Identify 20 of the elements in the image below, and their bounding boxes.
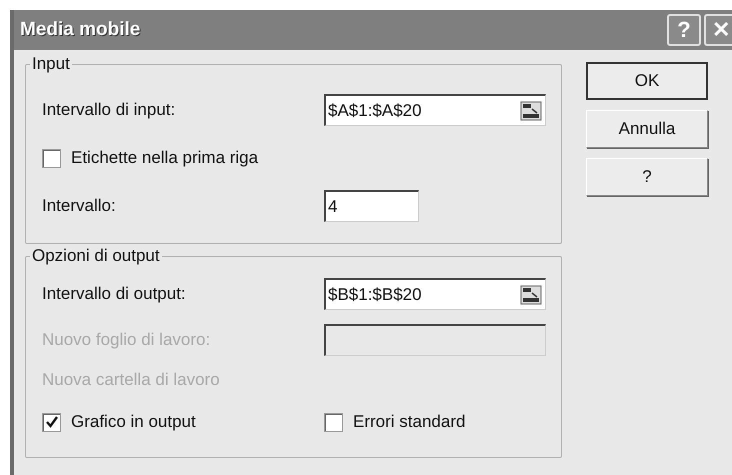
checkbox-label: Errori standard: [353, 411, 466, 434]
field-label: Intervallo:: [42, 195, 117, 218]
range-picker-icon[interactable]: [520, 284, 542, 304]
dialog-button[interactable]: Annulla: [586, 110, 708, 148]
field-label: Nuovo foglio di lavoro:: [42, 329, 212, 352]
number-field[interactable]: 4: [324, 190, 419, 222]
checkbox-label: Etichette nella prima riga: [71, 147, 258, 170]
window-title: Media mobile: [20, 18, 140, 42]
input-field[interactable]: $B$1:$B$20: [324, 278, 546, 310]
field-label: Intervallo di input:: [42, 99, 176, 122]
range-picker-icon[interactable]: [520, 100, 542, 120]
dialog-button[interactable]: OK: [586, 62, 708, 100]
checkbox-label: Grafico in output: [71, 411, 196, 434]
dialog-button[interactable]: ?: [586, 158, 708, 196]
field-label: Intervallo di output:: [42, 283, 187, 306]
field-label: Nuova cartella di lavoro: [42, 369, 221, 392]
checkbox[interactable]: [42, 412, 61, 432]
checkbox[interactable]: [42, 148, 61, 168]
checkbox[interactable]: [324, 412, 343, 432]
input-field[interactable]: $A$1:$A$20: [324, 94, 546, 126]
